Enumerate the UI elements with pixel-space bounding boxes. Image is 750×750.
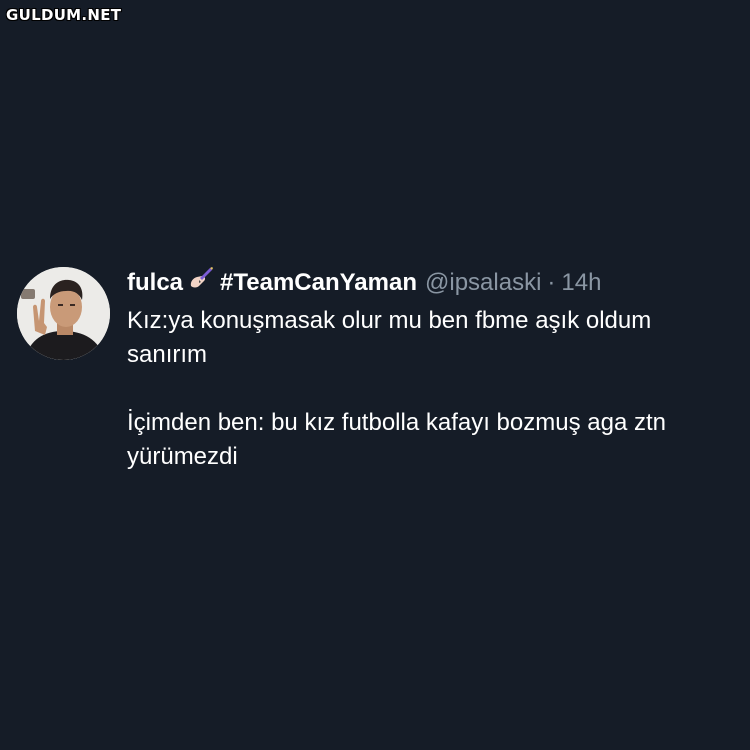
tweet[interactable]: fulca #TeamCanYaman @ipsalaski · 14h Kız…: [127, 266, 737, 474]
avatar[interactable]: [17, 267, 110, 360]
display-name[interactable]: fulca: [127, 266, 183, 300]
tweet-paragraph: İçimden ben: bu kız futbolla kafayı bozm…: [127, 409, 666, 470]
site-watermark: GULDUM.NET: [6, 6, 122, 24]
tweet-timestamp[interactable]: 14h: [561, 266, 601, 300]
writing-hand-icon: [188, 266, 214, 290]
display-name-hashtag[interactable]: #TeamCanYaman: [220, 266, 417, 300]
avatar-photo: [17, 267, 110, 360]
tweet-screenshot: GULDUM.NET fulca #TeamCanYaman @ipsalask…: [0, 0, 750, 750]
header-separator: ·: [547, 269, 556, 296]
user-handle[interactable]: @ipsalaski: [425, 266, 541, 300]
tweet-paragraph: Kız:ya konuşmasak olur mu ben fbme aşık …: [127, 307, 652, 368]
tweet-header: fulca #TeamCanYaman @ipsalaski · 14h: [127, 266, 737, 300]
tweet-body: Kız:ya konuşmasak olur mu ben fbme aşık …: [127, 304, 737, 474]
